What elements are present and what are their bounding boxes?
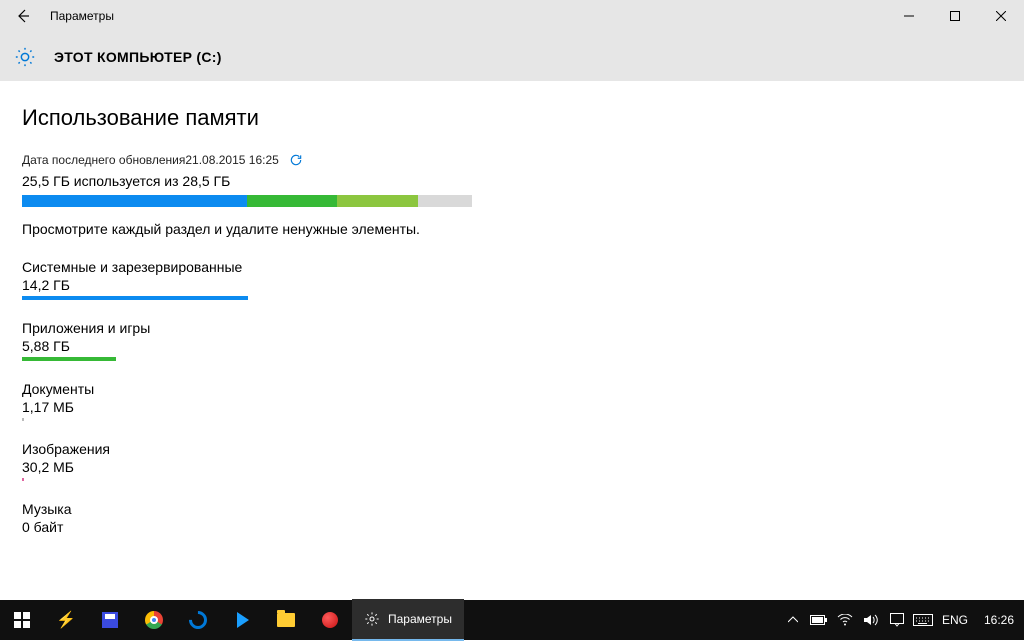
windows-icon: [14, 612, 30, 628]
folder-icon: [277, 613, 295, 627]
storage-segment: [337, 195, 418, 207]
lightning-icon: ⚡: [57, 611, 75, 629]
chrome-icon: [145, 611, 163, 629]
category-size: 30,2 МБ: [22, 459, 1024, 475]
category-list: Системные и зарезервированные 14,2 ГБ Прил…: [22, 259, 1024, 535]
tray-overflow[interactable]: [780, 600, 806, 640]
gear-icon: [364, 611, 380, 627]
taskbar-app-notes[interactable]: [88, 600, 132, 640]
tray-clock[interactable]: 16:26: [974, 613, 1024, 627]
wifi-icon: [837, 614, 853, 626]
keyboard-icon: [913, 614, 933, 626]
titlebar: Параметры: [0, 0, 1024, 32]
window-title: Параметры: [50, 9, 114, 23]
storage-category[interactable]: Музыка 0 байт: [22, 501, 1024, 535]
instruction-text: Просмотрите каждый раздел и удалите нену…: [22, 221, 1024, 237]
close-button[interactable]: [978, 0, 1024, 32]
drive-title: ЭТОТ КОМПЬЮТЕР (C:): [54, 49, 222, 65]
last-updated-value: 21.08.2015 16:25: [185, 153, 278, 167]
category-size: 0 байт: [22, 519, 1024, 535]
taskbar-app-ccleaner[interactable]: [308, 600, 352, 640]
category-name: Изображения: [22, 441, 1024, 457]
storage-segment: [418, 195, 472, 207]
category-name: Музыка: [22, 501, 1024, 517]
window-controls: [886, 0, 1024, 32]
floppy-icon: [102, 612, 118, 628]
taskbar-active-label: Параметры: [388, 612, 452, 626]
system-tray: ENG 16:26: [780, 600, 1024, 640]
chevron-up-icon: [788, 615, 798, 625]
usage-summary: 25,5 ГБ используется из 28,5 ГБ: [22, 173, 1024, 189]
storage-category[interactable]: Документы 1,17 МБ: [22, 381, 1024, 421]
play-icon: [235, 612, 249, 628]
back-button[interactable]: [0, 0, 46, 32]
taskbar: ⚡ Параметры ENG 16:26: [0, 600, 1024, 640]
category-name: Приложения и игры: [22, 320, 1024, 336]
sub-header: ЭТОТ КОМПЬЮТЕР (C:): [0, 32, 1024, 81]
category-bar: [22, 357, 116, 361]
taskbar-app-edge[interactable]: [176, 600, 220, 640]
page-heading: Использование памяти: [22, 105, 1024, 131]
category-size: 14,2 ГБ: [22, 277, 1024, 293]
ccleaner-icon: [322, 612, 338, 628]
category-bar: [22, 418, 24, 421]
storage-usage-bar: [22, 195, 472, 207]
battery-icon: [810, 615, 828, 625]
category-name: Документы: [22, 381, 1024, 397]
tray-action-center[interactable]: [884, 600, 910, 640]
arrow-left-icon: [15, 8, 31, 24]
category-bar: [22, 478, 24, 481]
maximize-button[interactable]: [932, 0, 978, 32]
storage-category[interactable]: Приложения и игры 5,88 ГБ: [22, 320, 1024, 361]
tray-battery[interactable]: [806, 600, 832, 640]
taskbar-app-chrome[interactable]: [132, 600, 176, 640]
tray-wifi[interactable]: [832, 600, 858, 640]
taskbar-app-settings-active[interactable]: Параметры: [352, 599, 464, 641]
volume-icon: [863, 613, 879, 627]
content-area: Использование памяти Дата последнего обн…: [0, 81, 1024, 535]
category-bar: [22, 296, 248, 300]
taskbar-app-store[interactable]: [220, 600, 264, 640]
tray-keyboard[interactable]: [910, 600, 936, 640]
gear-icon: [14, 46, 36, 68]
start-button[interactable]: [0, 600, 44, 640]
tray-language[interactable]: ENG: [936, 613, 974, 627]
last-updated-label: Дата последнего обновления: [22, 153, 185, 167]
taskbar-app-winamp[interactable]: ⚡: [44, 600, 88, 640]
tray-volume[interactable]: [858, 600, 884, 640]
category-size: 5,88 ГБ: [22, 338, 1024, 354]
refresh-icon: [289, 153, 303, 167]
edge-icon: [185, 607, 210, 632]
category-name: Системные и зарезервированные: [22, 259, 1024, 275]
storage-segment: [247, 195, 337, 207]
taskbar-app-explorer[interactable]: [264, 600, 308, 640]
storage-category[interactable]: Изображения 30,2 МБ: [22, 441, 1024, 481]
category-size: 1,17 МБ: [22, 399, 1024, 415]
notification-icon: [890, 613, 904, 627]
refresh-button[interactable]: [289, 153, 303, 167]
storage-segment: [22, 195, 247, 207]
last-updated-row: Дата последнего обновления 21.08.2015 16…: [22, 153, 1024, 167]
storage-category[interactable]: Системные и зарезервированные 14,2 ГБ: [22, 259, 1024, 300]
minimize-button[interactable]: [886, 0, 932, 32]
